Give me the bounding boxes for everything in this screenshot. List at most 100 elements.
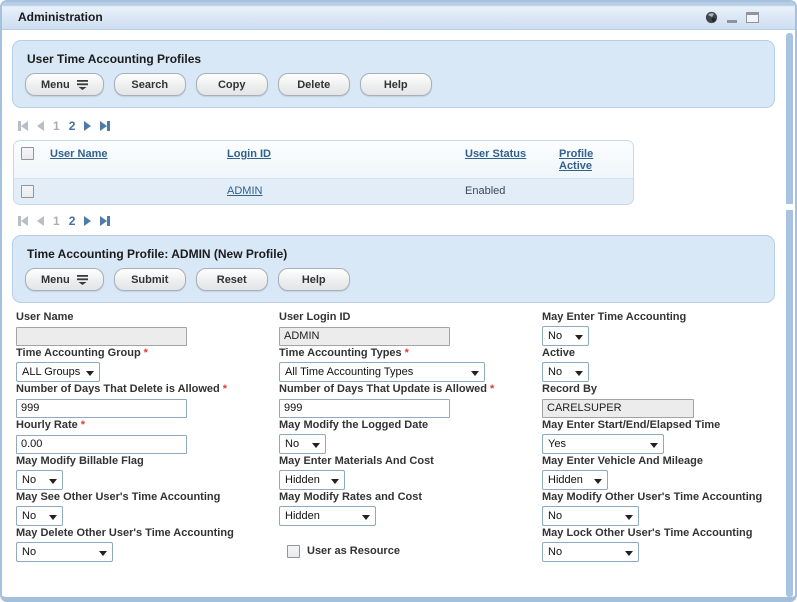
user-login-id-label: User Login ID — [279, 311, 542, 324]
may-enter-vehicle-mileage-select[interactable]: Hidden — [542, 470, 608, 490]
page-number-2[interactable]: 2 — [69, 214, 76, 228]
menu-dropdown-icon — [77, 80, 88, 90]
help-button[interactable]: Help — [360, 73, 432, 96]
menu-button-label: Menu — [41, 79, 70, 91]
first-page-icon[interactable] — [18, 216, 28, 226]
may-modify-other-users-label: May Modify Other User's Time Accounting — [542, 491, 775, 504]
last-page-icon[interactable] — [100, 216, 110, 226]
previous-page-icon[interactable] — [37, 121, 44, 131]
profile-form: User Name User Login ID May Enter Time A… — [12, 303, 775, 563]
days-delete-allowed-input[interactable] — [16, 399, 187, 418]
record-by-label: Record By — [542, 383, 775, 396]
may-delete-other-users-label: May Delete Other User's Time Accounting — [16, 527, 279, 540]
row-select-checkbox[interactable] — [21, 185, 34, 198]
select-value: No — [22, 510, 36, 522]
copy-button[interactable]: Copy — [196, 73, 268, 96]
previous-page-icon[interactable] — [37, 216, 44, 226]
chevron-down-icon — [86, 371, 94, 376]
may-lock-other-users-select[interactable]: No — [542, 542, 639, 562]
hourly-rate-field: Hourly Rate* — [16, 419, 279, 455]
record-by-input — [542, 399, 694, 418]
may-enter-materials-cost-select[interactable]: Hidden — [279, 470, 345, 490]
profiles-panel: User Time Accounting Profiles Menu Searc… — [12, 40, 775, 108]
may-modify-logged-date-field: May Modify the Logged Date No — [279, 419, 542, 455]
may-modify-billable-flag-field: May Modify Billable Flag No — [16, 455, 279, 491]
help-button[interactable]: Help — [278, 268, 350, 291]
content-area: User Time Accounting Profiles Menu Searc… — [2, 30, 795, 563]
sort-login-id-link[interactable]: Login ID — [227, 148, 271, 160]
may-modify-rates-cost-select[interactable]: Hidden — [279, 506, 376, 526]
may-modify-logged-date-label: May Modify the Logged Date — [279, 419, 542, 432]
menu-button[interactable]: Menu — [25, 268, 104, 291]
last-page-icon[interactable] — [100, 121, 110, 131]
chevron-down-icon — [362, 515, 370, 520]
select-value: Hidden — [285, 510, 320, 522]
user-name-field: User Name — [16, 311, 279, 347]
chevron-down-icon — [625, 515, 633, 520]
may-enter-time-accounting-select[interactable]: No — [542, 326, 589, 346]
vertical-scrollbar[interactable] — [786, 33, 793, 597]
cell-user-name — [42, 179, 219, 192]
sort-user-name-link[interactable]: User Name — [50, 148, 107, 160]
chevron-down-icon — [331, 479, 339, 484]
days-update-allowed-input[interactable] — [279, 399, 450, 418]
login-id-link[interactable]: ADMIN — [227, 185, 262, 197]
menu-button-label: Menu — [41, 274, 70, 286]
next-page-icon[interactable] — [84, 121, 91, 131]
user-as-resource-checkbox[interactable] — [287, 545, 300, 558]
menu-dropdown-icon — [77, 275, 88, 285]
may-delete-other-users-select[interactable]: No — [16, 542, 113, 562]
select-all-checkbox[interactable] — [21, 147, 34, 160]
delete-button[interactable]: Delete — [278, 73, 350, 96]
scrollbar-notch — [786, 204, 793, 210]
detail-toolbar: Menu Submit Reset Help — [25, 268, 762, 291]
cell-user-status: Enabled — [457, 179, 551, 204]
chevron-down-icon — [49, 479, 57, 484]
may-see-other-users-select[interactable]: No — [16, 506, 63, 526]
title-bar: Administration — [2, 2, 795, 30]
may-enter-start-end-elapsed-label: May Enter Start/End/Elapsed Time — [542, 419, 775, 432]
may-enter-start-end-elapsed-select[interactable]: Yes — [542, 434, 664, 454]
may-modify-other-users-field: May Modify Other User's Time Accounting … — [542, 491, 775, 527]
window-title: Administration — [18, 10, 103, 24]
may-modify-logged-date-select[interactable]: No — [279, 434, 326, 454]
required-asterisk: * — [144, 347, 148, 359]
chevron-down-icon — [650, 443, 658, 448]
required-asterisk: * — [223, 383, 227, 395]
select-value: No — [285, 438, 299, 450]
maximize-icon[interactable] — [746, 12, 759, 23]
hourly-rate-input[interactable] — [16, 435, 187, 454]
required-asterisk: * — [490, 383, 494, 395]
pager-bottom: 1 2 — [12, 205, 775, 235]
may-enter-start-end-elapsed-field: May Enter Start/End/Elapsed Time Yes — [542, 419, 775, 455]
days-delete-allowed-label: Number of Days That Delete is Allowed — [16, 383, 220, 395]
page-number-current: 1 — [53, 214, 60, 228]
sort-profile-active-link[interactable]: Profile Active — [559, 148, 611, 172]
time-accounting-group-select[interactable]: ALL Groups — [16, 362, 100, 382]
first-page-icon[interactable] — [18, 121, 28, 131]
chevron-down-icon — [625, 551, 633, 556]
table-row: ADMIN Enabled — [14, 179, 633, 204]
select-value: Yes — [548, 438, 566, 450]
submit-button[interactable]: Submit — [114, 268, 186, 291]
next-page-icon[interactable] — [84, 216, 91, 226]
pager-top: 1 2 — [12, 110, 775, 140]
may-lock-other-users-label: May Lock Other User's Time Accounting — [542, 527, 775, 540]
days-update-allowed-field: Number of Days That Update is Allowed* — [279, 383, 542, 419]
settings-icon[interactable] — [705, 11, 718, 24]
may-modify-billable-flag-select[interactable]: No — [16, 470, 63, 490]
reset-button[interactable]: Reset — [196, 268, 268, 291]
active-select[interactable]: No — [542, 362, 589, 382]
page-number-2[interactable]: 2 — [69, 119, 76, 133]
menu-button[interactable]: Menu — [25, 73, 104, 96]
user-login-id-input — [279, 327, 450, 346]
profiles-table: User Name Login ID User Status Profile A… — [13, 140, 634, 205]
may-modify-other-users-select[interactable]: No — [542, 506, 639, 526]
time-accounting-types-select[interactable]: All Time Accounting Types — [279, 362, 485, 382]
detail-panel: Time Accounting Profile: ADMIN (New Prof… — [12, 235, 775, 303]
search-button[interactable]: Search — [114, 73, 186, 96]
required-asterisk: * — [405, 347, 409, 359]
may-delete-other-users-field: May Delete Other User's Time Accounting … — [16, 527, 279, 563]
sort-user-status-link[interactable]: User Status — [465, 148, 526, 160]
minimize-icon[interactable] — [727, 20, 737, 23]
